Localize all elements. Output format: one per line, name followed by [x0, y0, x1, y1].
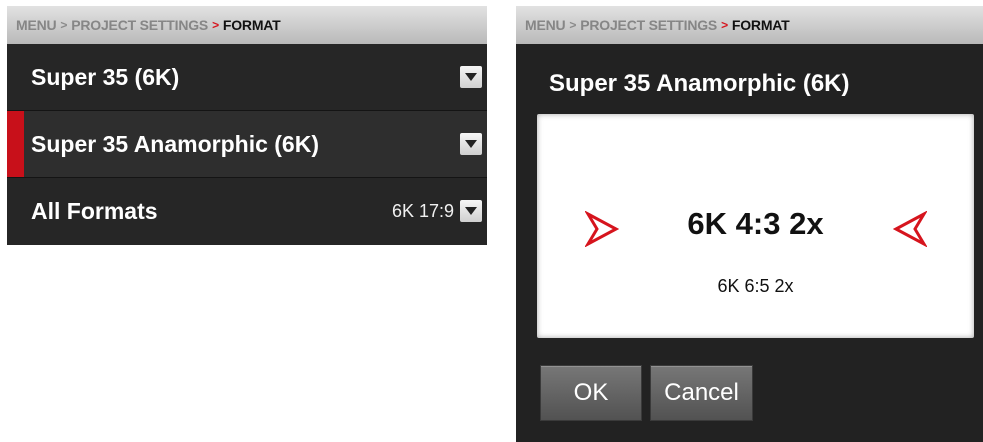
breadcrumb-separator-active-icon: > [212, 18, 219, 32]
breadcrumb: MENU > PROJECT SETTINGS > FORMAT [7, 6, 487, 44]
selection-marker [7, 111, 24, 177]
dialog-title: Super 35 Anamorphic (6K) [549, 70, 850, 97]
option-selector[interactable]: 6K 4:3 2x 6K 6:5 2x [537, 114, 974, 338]
next-option[interactable]: 6K 6:5 2x [537, 276, 974, 297]
chevron-down-icon[interactable] [460, 133, 482, 155]
format-item-value: 6K 17:9 [391, 200, 454, 221]
breadcrumb-menu[interactable]: MENU [16, 17, 57, 33]
breadcrumb-separator-icon: > [60, 18, 68, 32]
format-dialog: MENU > PROJECT SETTINGS > FORMAT Super 3… [516, 6, 983, 442]
breadcrumb-separator-active-icon: > [721, 18, 728, 32]
format-item-label: All Formats [31, 197, 158, 224]
format-item-all-formats[interactable]: All Formats 6K 17:9 [7, 178, 487, 244]
breadcrumb-menu[interactable]: MENU [525, 17, 566, 33]
breadcrumb-project-settings[interactable]: PROJECT SETTINGS [71, 17, 208, 33]
breadcrumb-current: FORMAT [222, 17, 281, 33]
chevron-down-icon[interactable] [460, 66, 482, 88]
format-item-super35[interactable]: Super 35 (6K) [7, 44, 487, 111]
ok-button[interactable]: OK [540, 365, 642, 421]
format-item-label: Super 35 Anamorphic (6K) [31, 130, 319, 157]
cancel-button[interactable]: Cancel [650, 365, 753, 421]
breadcrumb-project-settings[interactable]: PROJECT SETTINGS [580, 17, 717, 33]
arrow-right-icon[interactable] [892, 210, 929, 252]
breadcrumb-current: FORMAT [731, 17, 790, 33]
chevron-down-icon[interactable] [460, 200, 482, 222]
format-item-label: Super 35 (6K) [31, 63, 180, 90]
format-item-super35-anamorphic[interactable]: Super 35 Anamorphic (6K) [7, 111, 487, 178]
breadcrumb: MENU > PROJECT SETTINGS > FORMAT [516, 6, 983, 44]
format-menu-panel: MENU > PROJECT SETTINGS > FORMAT Super 3… [7, 6, 487, 245]
breadcrumb-separator-icon: > [569, 18, 577, 32]
